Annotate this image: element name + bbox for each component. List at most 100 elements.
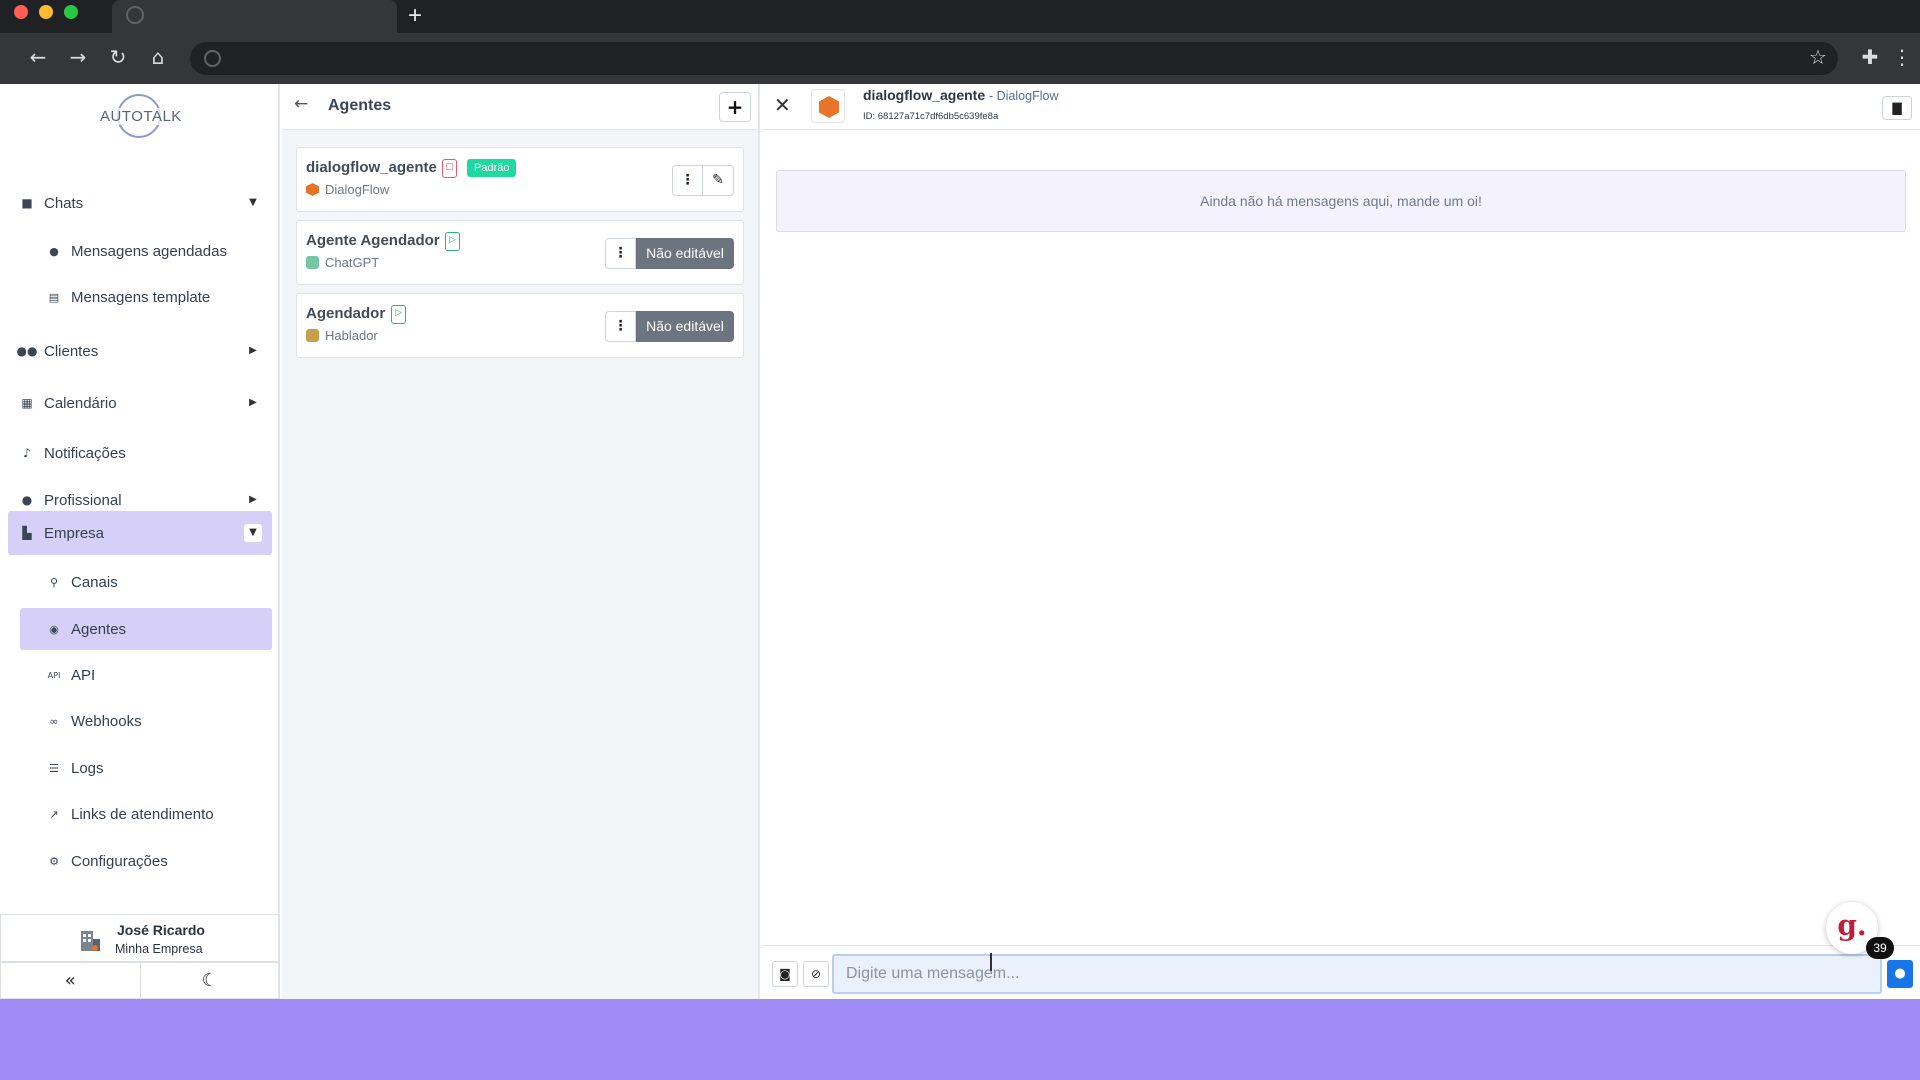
close-icon[interactable]: ✕ — [774, 93, 791, 117]
sidebar-item-label: Notificações — [44, 444, 126, 462]
kebab-menu-icon: ⋮ — [680, 172, 695, 188]
kebab-menu-icon: ⋮ — [613, 318, 628, 334]
edit-icon: ✎ — [712, 172, 724, 188]
sidebar-footer: « ☾ — [0, 962, 280, 999]
kebab-menu-icon: ⋮ — [613, 245, 628, 261]
dark-mode-toggle[interactable]: ☾ — [139, 963, 280, 998]
user-profile[interactable]: José Ricardo Minha Empresa — [0, 914, 280, 962]
sidebar-item-label: Profissional — [44, 491, 122, 509]
sidebar-item-label: Chats — [44, 194, 84, 212]
list-icon: ☰ — [49, 761, 59, 775]
grammarly-logo: g. — [1837, 909, 1867, 942]
play-icon[interactable]: ▷ — [391, 305, 406, 324]
address-bar[interactable] — [190, 42, 1838, 75]
reload-icon[interactable]: ↻ — [106, 45, 130, 69]
close-window-button[interactable] — [14, 5, 28, 19]
new-tab-button[interactable]: + — [408, 3, 422, 29]
stop-icon[interactable]: ▢ — [442, 159, 457, 178]
agent-platform: Hablador — [306, 328, 378, 343]
collapse-sidebar-button[interactable]: « — [1, 963, 140, 998]
calendar-icon: ▦ — [21, 396, 33, 410]
sidebar-item-calendario[interactable]: ▦ Calendário ▶ — [8, 381, 272, 425]
platform-label: DialogFlow — [325, 182, 390, 197]
sidebar-item-agentes[interactable]: ◉ Agentes — [20, 608, 272, 650]
camera-button[interactable]: ◙ — [772, 961, 798, 987]
agent-menu-button[interactable]: ⋮ — [605, 311, 636, 342]
users-icon: ●● — [16, 344, 38, 358]
home-icon[interactable]: ⌂ — [146, 45, 170, 69]
agent-menu-button[interactable]: ⋮ — [672, 165, 703, 196]
sidebar-item-label: Configurações — [71, 852, 168, 870]
agent-card[interactable]: Agendador ▷ Hablador ⋮ Não editável — [296, 293, 744, 358]
camera-icon: ◙ — [779, 967, 791, 981]
agent-card[interactable]: dialogflow_agente ▢ Padrão DialogFlow ⋮ … — [296, 147, 744, 212]
not-editable-button[interactable]: Não editável — [636, 238, 734, 269]
sidebar-item-label: Calendário — [44, 394, 117, 412]
sidebar-item-notificacoes[interactable]: ♪ Notificações — [8, 431, 272, 475]
edit-agent-button[interactable]: ✎ — [703, 165, 734, 196]
chevron-down-icon[interactable]: ▼ — [244, 194, 262, 212]
sidebar-item-logs[interactable]: ☰ Logs — [20, 747, 272, 789]
browser-menu-icon[interactable]: ⋮ — [1890, 45, 1914, 69]
play-icon[interactable]: ▷ — [445, 232, 460, 251]
sidebar-item-mensagens-agendadas[interactable]: ● Mensagens agendadas — [20, 230, 272, 272]
agent-menu-button[interactable]: ⋮ — [605, 238, 636, 269]
api-icon: API — [47, 670, 61, 680]
maximize-window-button[interactable] — [64, 5, 78, 19]
chat-agent-id: ID: 68127a71c7df6db5c639fe8a — [863, 111, 999, 122]
extensions-icon[interactable]: ✚ — [1858, 45, 1882, 69]
forward-icon[interactable]: → — [66, 45, 90, 69]
sidebar-item-empresa[interactable]: ▙ Empresa ▼ — [8, 511, 272, 555]
sidebar-item-chats[interactable]: ■ Chats ▼ — [8, 181, 272, 225]
minimize-window-button[interactable] — [39, 5, 53, 19]
app-window: AUTOTALK ■ Chats ▼ ● Mensagens agendadas… — [0, 84, 1920, 999]
grammarly-count-badge: 39 — [1866, 937, 1894, 959]
trash-icon: ▇ — [1892, 101, 1902, 115]
not-editable-button[interactable]: Não editável — [636, 311, 734, 342]
external-link-icon: ↗ — [49, 807, 59, 821]
dialogflow-icon — [819, 96, 839, 118]
sidebar-item-label: Empresa — [44, 524, 105, 542]
sidebar-item-api[interactable]: API API — [20, 654, 272, 696]
sidebar-item-label: Logs — [71, 759, 104, 777]
sidebar-item-clientes[interactable]: ●● Clientes ▶ — [8, 329, 272, 373]
agent-card[interactable]: Agente Agendador ▷ ChatGPT ⋮ Não editáve… — [296, 220, 744, 285]
chat-icon: ■ — [21, 196, 33, 210]
chevron-right-icon[interactable]: ▶ — [244, 394, 262, 412]
sidebar-item-label: Agentes — [71, 620, 127, 638]
globe-icon — [204, 50, 221, 67]
back-arrow-icon[interactable]: ← — [294, 94, 308, 114]
paperclip-icon: ⊘ — [810, 967, 822, 981]
logo: AUTOTALK — [100, 94, 181, 138]
microphone-button[interactable]: ● — [1887, 960, 1913, 988]
add-agent-button[interactable]: + — [719, 92, 751, 122]
sidebar-item-configuracoes[interactable]: ⚙ Configurações — [20, 840, 272, 882]
plus-icon: + — [726, 95, 744, 119]
delete-button[interactable]: ▇ — [1882, 96, 1912, 120]
empty-state-message: Ainda não há mensagens aqui, mande um oi… — [776, 170, 1906, 232]
chevron-down-icon[interactable]: ▼ — [244, 524, 262, 542]
browser-toolbar: ← → ↻ ⌂ ☆ ✚ ⋮ — [0, 33, 1920, 84]
webhook-icon: ∞ — [49, 714, 59, 728]
sidebar-item-label: Canais — [71, 573, 118, 591]
text-cursor — [990, 953, 992, 971]
sidebar-item-links-de-atendimento[interactable]: ↗ Links de atendimento — [20, 793, 272, 835]
sidebar-item-label: Clientes — [44, 342, 99, 360]
dialogflow-icon — [306, 183, 319, 196]
sidebar-item-mensagens-template[interactable]: ▤ Mensagens template — [20, 276, 272, 318]
chevron-right-icon[interactable]: ▶ — [244, 342, 262, 360]
attach-button[interactable]: ⊘ — [803, 961, 829, 987]
back-icon[interactable]: ← — [26, 45, 50, 69]
platform-label: ChatGPT — [325, 255, 380, 270]
sidebar-item-canais[interactable]: ⚲ Canais — [20, 561, 272, 603]
chevron-right-icon[interactable]: ▶ — [244, 491, 262, 509]
chat-panel: ✕ dialogflow_agente - DialogFlow ID: 681… — [762, 84, 1920, 999]
agents-panel: ← Agentes + dialogflow_agente ▢ Padrão D… — [282, 84, 760, 999]
browser-tab[interactable] — [112, 0, 397, 33]
bookmark-star-icon[interactable]: ☆ — [1806, 45, 1830, 69]
double-chevron-left-icon: « — [64, 970, 76, 991]
agent-name: Agente Agendador — [306, 232, 440, 249]
hablador-icon — [306, 329, 319, 342]
sidebar-item-webhooks[interactable]: ∞ Webhooks — [20, 700, 272, 742]
microphone-icon: ● — [1894, 966, 1906, 981]
